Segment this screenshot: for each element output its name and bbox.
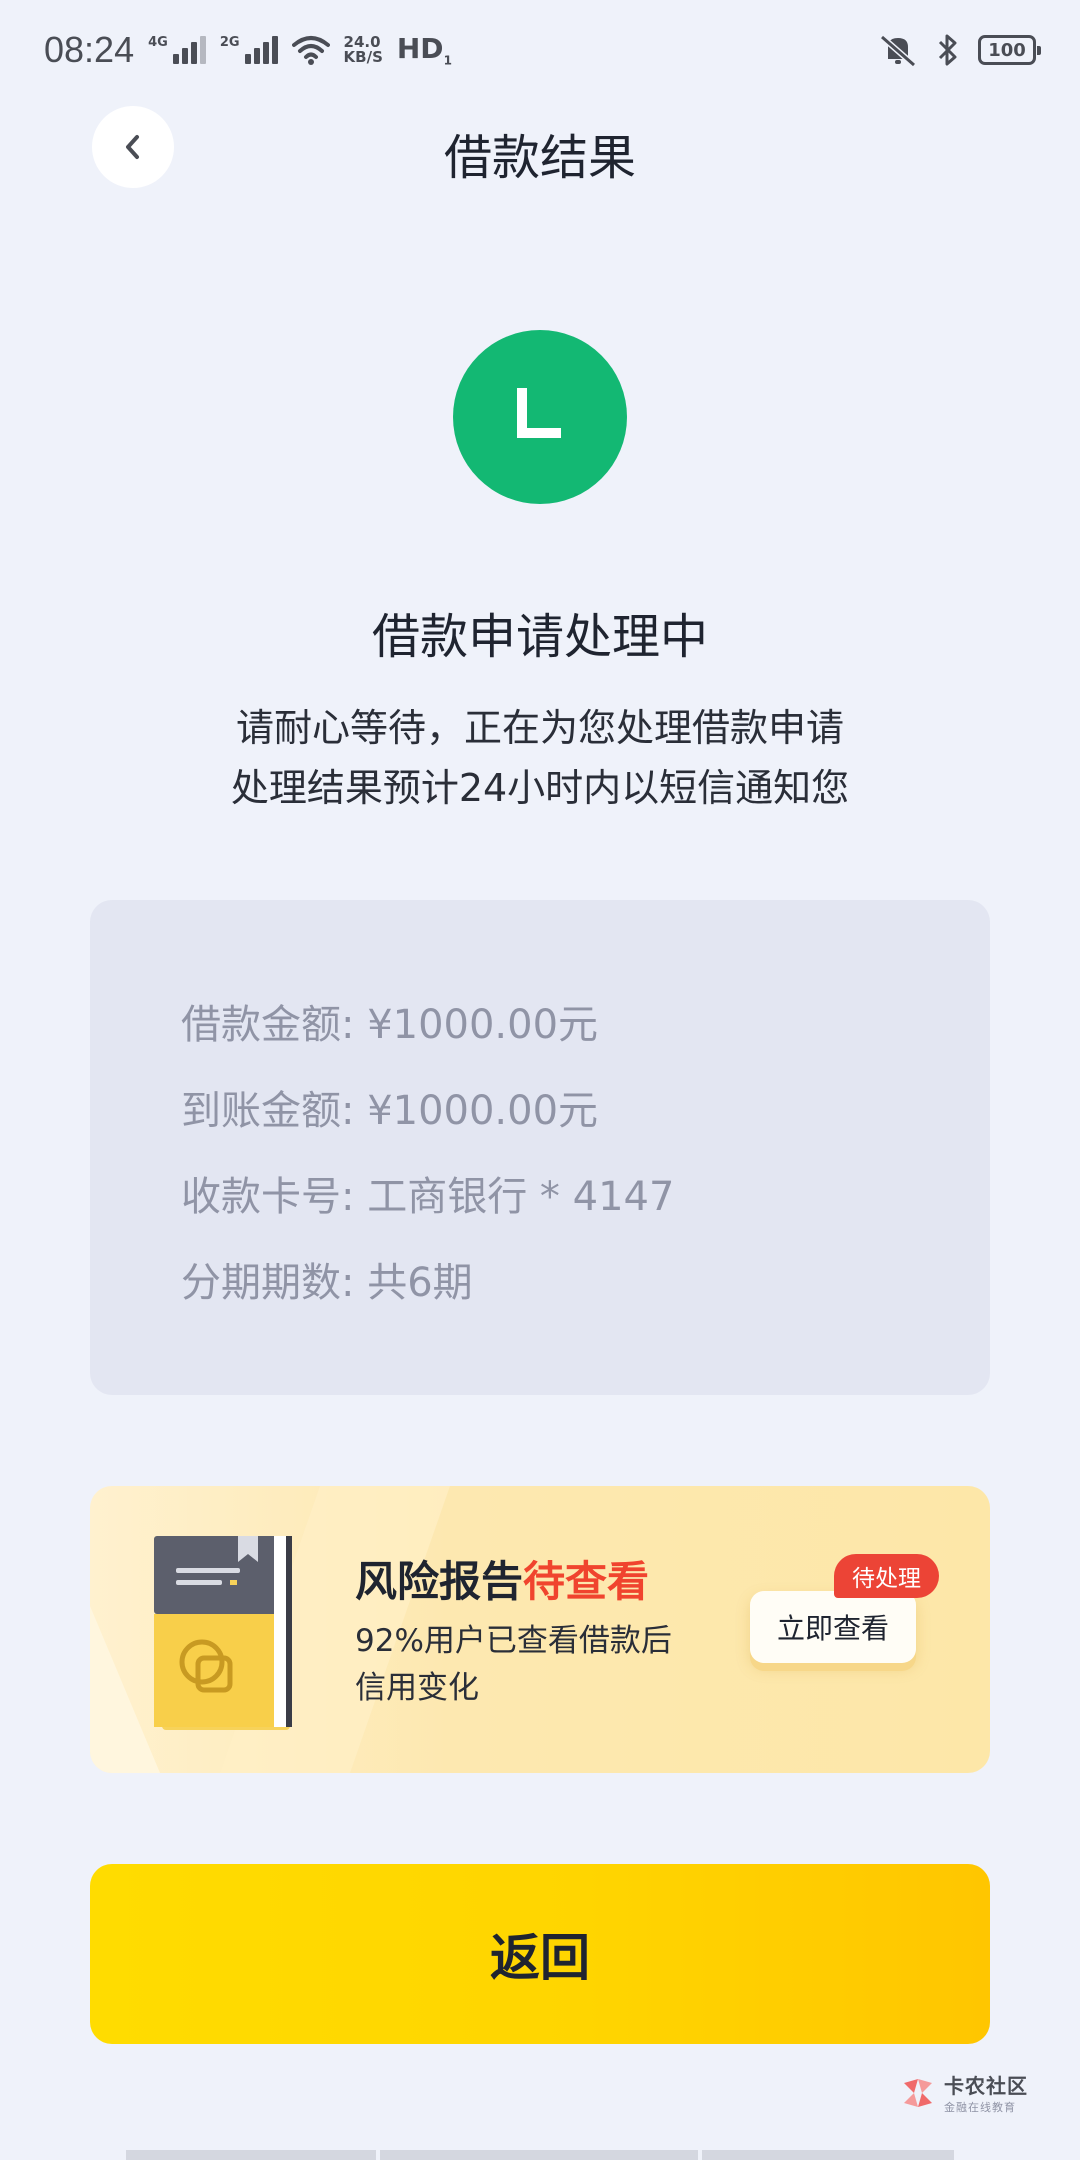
pending-status-icon [453, 330, 627, 504]
signal-2g-icon: 2G [220, 36, 278, 64]
status-bar: 08:24 4G 2G 24.0 KB/S HD1 100 [0, 0, 1080, 100]
banner-title: 风险报告待查看 [355, 1557, 650, 1606]
signal-4g-icon: 4G [148, 36, 206, 64]
banner-description: 92%用户已查看借款后 信用变化 [355, 1623, 672, 1706]
risk-report-banner[interactable]: 风险报告待查看 92%用户已查看借款后 信用变化 立即查看 待处理 [90, 1486, 990, 1773]
clock-hand-icon [517, 388, 561, 438]
received-amount-row: 到账金额: ¥1000.00元 [181, 1088, 599, 1134]
battery-icon: 100 [978, 35, 1041, 65]
bank-card-row: 收款卡号: 工商银行 * 4147 [181, 1174, 675, 1220]
network-speed: 24.0 KB/S [343, 33, 383, 66]
clock: 08:24 [44, 29, 135, 70]
report-book-icon [154, 1536, 292, 1730]
mute-vibrate-icon [880, 34, 916, 67]
page-title: 借款结果 [443, 130, 636, 186]
result-title: 借款申请处理中 [371, 609, 708, 665]
status-left: 08:24 4G 2G 24.0 KB/S HD1 [44, 29, 452, 71]
bottom-tab-strip [0, 2150, 1080, 2160]
view-now-button[interactable]: 立即查看 [750, 1591, 916, 1663]
return-button[interactable]: 返回 [90, 1864, 990, 2044]
result-subtitle-line2: 处理结果预计24小时内以短信通知您 [230, 766, 850, 810]
pending-badge: 待处理 [834, 1554, 939, 1598]
kanong-logo-icon [904, 2078, 932, 2107]
loan-amount-row: 借款金额: ¥1000.00元 [181, 1002, 599, 1048]
installments-row: 分期期数: 共6期 [181, 1260, 473, 1306]
bluetooth-icon [938, 34, 957, 66]
hd-indicator: HD1 [396, 32, 452, 68]
loan-info-card: 借款金额: ¥1000.00元 到账金额: ¥1000.00元 收款卡号: 工商… [90, 900, 990, 1395]
result-subtitle-line1: 请耐心等待，正在为您处理借款申请 [235, 706, 844, 750]
watermark: 卡农社区 金融在线教育 [900, 2070, 1028, 2115]
wifi-icon [291, 36, 330, 65]
status-right: 100 [878, 33, 1041, 67]
